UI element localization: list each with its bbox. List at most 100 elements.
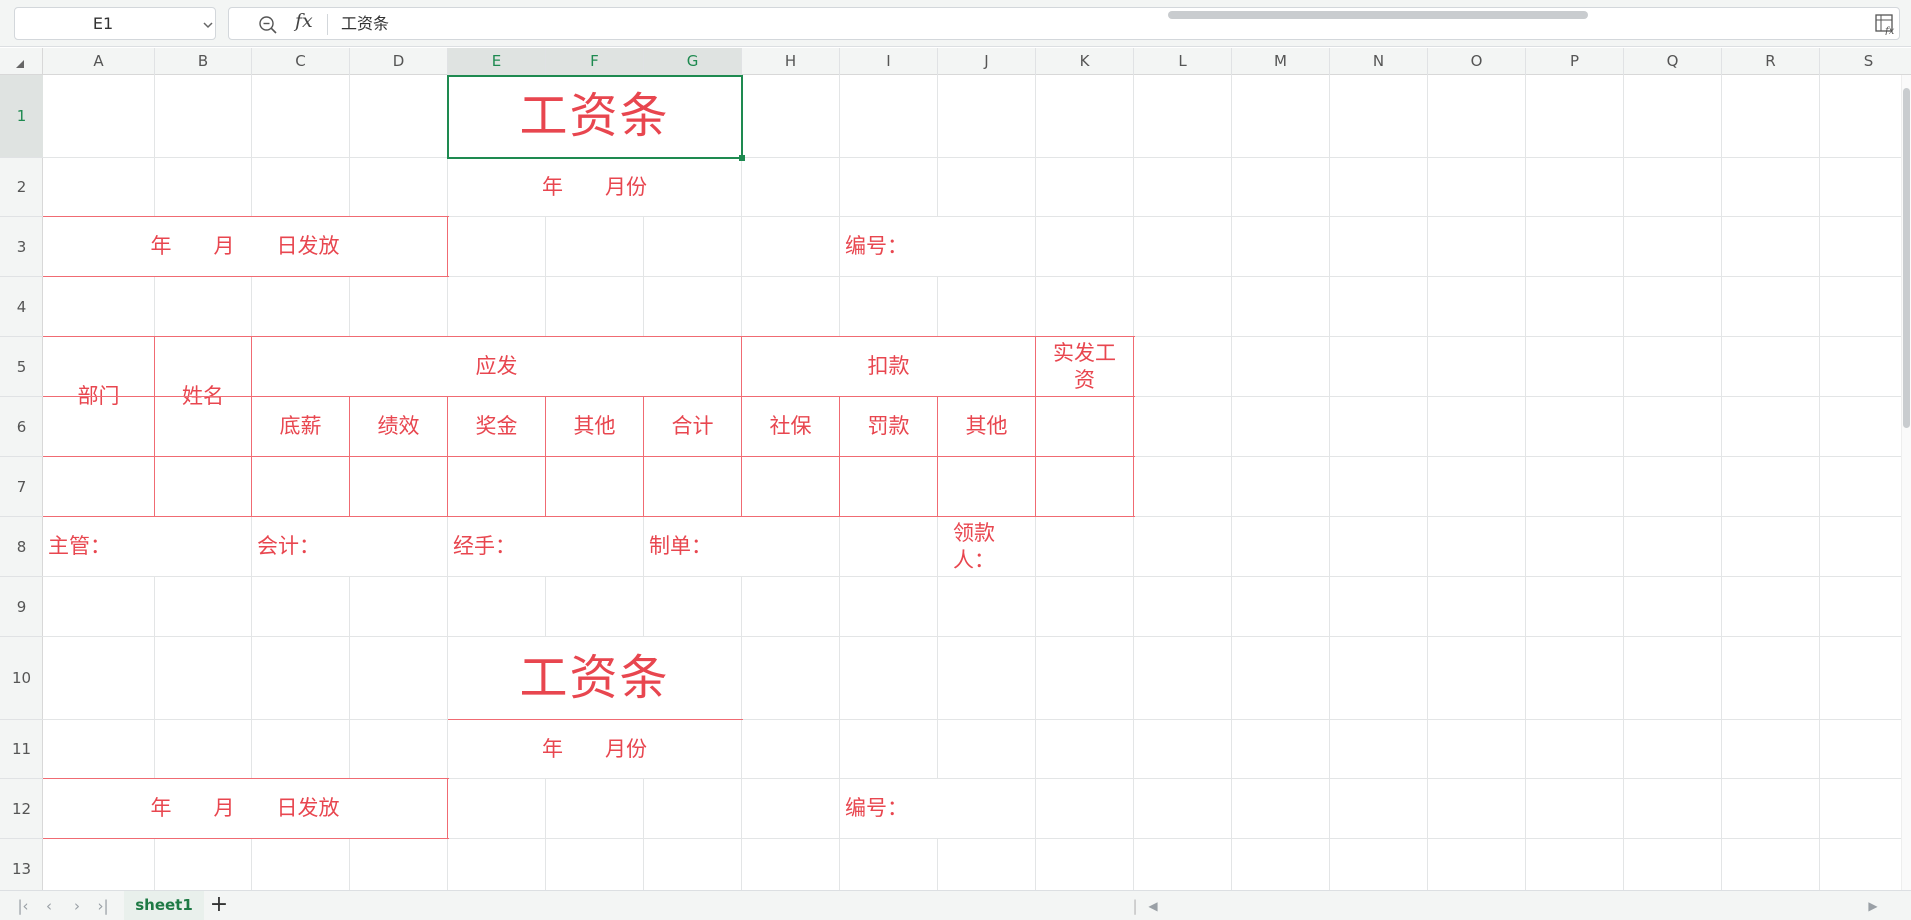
column-header-e[interactable]: E: [448, 48, 546, 75]
first-sheet-icon[interactable]: |‹: [14, 897, 32, 915]
zoom-out-icon[interactable]: [257, 14, 279, 36]
formula-separator: [327, 14, 328, 35]
function-icon[interactable]: fx: [295, 10, 313, 32]
gridline-vertical: [1329, 75, 1330, 890]
form-border: [43, 456, 1135, 457]
gridline-horizontal: [43, 576, 1901, 577]
salary-slip-title-2[interactable]: 工资条: [448, 637, 741, 719]
column-header-s[interactable]: S: [1820, 48, 1911, 75]
formula-toolbar: E1 fx 工资条 fx: [0, 0, 1911, 47]
signature-preparer[interactable]: 制单：: [644, 517, 839, 576]
row-header-12[interactable]: 12: [0, 779, 43, 839]
row-header-10[interactable]: 10: [0, 637, 43, 720]
issue-date[interactable]: 年 月 日发放: [43, 217, 447, 276]
sheet-tab-bar: |‹ ‹ › ›| sheet1 + | ◀ ▶: [0, 890, 1911, 920]
header-net-pay[interactable]: 实发工资: [1036, 337, 1133, 396]
column-header-b[interactable]: B: [155, 48, 252, 75]
header-sub-6[interactable]: 罚款: [840, 397, 937, 456]
row-header-8[interactable]: 8: [0, 517, 43, 577]
form-border: [545, 396, 546, 517]
issue-date-2[interactable]: 年 月 日发放: [43, 779, 447, 838]
number-label-2[interactable]: 编号：: [840, 779, 1035, 838]
row-header-3[interactable]: 3: [0, 217, 43, 277]
form-border: [43, 778, 449, 779]
gridline-vertical: [1525, 75, 1526, 890]
signature-recipient[interactable]: 领款人：: [938, 517, 1035, 576]
column-header-p[interactable]: P: [1526, 48, 1624, 75]
column-header-f[interactable]: F: [546, 48, 644, 75]
formula-input[interactable]: 工资条: [341, 8, 389, 39]
form-border: [349, 396, 350, 517]
chevron-down-icon[interactable]: [201, 18, 215, 32]
column-header-bar: ABCDEFGHIJKLMNOPQRS: [0, 48, 1911, 75]
form-border: [741, 336, 742, 517]
month-line-2[interactable]: 年 月份: [448, 720, 741, 778]
row-header-5[interactable]: 5: [0, 337, 43, 397]
row-header-7[interactable]: 7: [0, 457, 43, 517]
header-sub-2[interactable]: 奖金: [448, 397, 545, 456]
signature-accountant[interactable]: 会计：: [252, 517, 447, 576]
sheet-tab-sheet1[interactable]: sheet1: [124, 891, 204, 920]
column-header-h[interactable]: H: [742, 48, 840, 75]
column-header-d[interactable]: D: [350, 48, 448, 75]
row-header-11[interactable]: 11: [0, 720, 43, 779]
vertical-scroll-thumb[interactable]: [1903, 88, 1910, 428]
column-header-k[interactable]: K: [1036, 48, 1134, 75]
header-sub-3[interactable]: 其他: [546, 397, 643, 456]
column-header-m[interactable]: M: [1232, 48, 1330, 75]
select-all-corner[interactable]: [0, 48, 43, 75]
form-border: [1133, 336, 1134, 517]
column-header-l[interactable]: L: [1134, 48, 1232, 75]
header-sub-7[interactable]: 其他: [938, 397, 1035, 456]
column-header-r[interactable]: R: [1722, 48, 1820, 75]
last-sheet-icon[interactable]: ›|: [94, 897, 112, 915]
horizontal-scroll-thumb[interactable]: [1168, 11, 1588, 19]
formula-expand-icon[interactable]: fx: [1874, 13, 1896, 35]
header-sub-1[interactable]: 绩效: [350, 397, 447, 456]
row-header-9[interactable]: 9: [0, 577, 43, 637]
number-label[interactable]: 编号：: [840, 217, 1035, 276]
scroll-right-icon[interactable]: ▶: [1864, 899, 1882, 913]
column-header-n[interactable]: N: [1330, 48, 1428, 75]
gridline-vertical: [1427, 75, 1428, 890]
row-header-4[interactable]: 4: [0, 277, 43, 337]
header-sub-5[interactable]: 社保: [742, 397, 839, 456]
row-header-1[interactable]: 1: [0, 75, 43, 158]
signature-supervisor[interactable]: 主管：: [43, 517, 251, 576]
next-sheet-icon[interactable]: ›: [68, 897, 86, 915]
column-header-a[interactable]: A: [43, 48, 155, 75]
scroll-left-icon[interactable]: ◀: [1144, 899, 1162, 913]
cell-grid[interactable]: 工资条年 月份年 月 日发放 编号： 部门 姓名 应发 扣款 实发工资 底薪 绩效 奖金 其他 合计社…: [43, 75, 1901, 890]
form-border: [643, 396, 644, 517]
header-payable[interactable]: 应发: [252, 337, 741, 396]
fill-handle[interactable]: [739, 155, 745, 161]
name-box-value[interactable]: E1: [15, 8, 191, 39]
row-header-6[interactable]: 6: [0, 397, 43, 457]
form-border: [447, 778, 448, 839]
form-border: [937, 396, 938, 517]
form-border: [43, 838, 449, 839]
gridline-horizontal: [43, 636, 1901, 637]
column-header-i[interactable]: I: [840, 48, 938, 75]
column-header-o[interactable]: O: [1428, 48, 1526, 75]
select-all-triangle-icon[interactable]: [0, 48, 43, 75]
month-line[interactable]: 年 月份: [448, 158, 741, 216]
header-sub-0[interactable]: 底薪: [252, 397, 349, 456]
form-border: [447, 396, 448, 517]
form-border: [252, 396, 1135, 397]
name-box[interactable]: E1: [14, 7, 216, 40]
column-header-j[interactable]: J: [938, 48, 1036, 75]
column-header-c[interactable]: C: [252, 48, 350, 75]
add-sheet-icon[interactable]: +: [208, 893, 230, 917]
header-deduction[interactable]: 扣款: [742, 337, 1035, 396]
form-border: [839, 396, 840, 517]
column-header-q[interactable]: Q: [1624, 48, 1722, 75]
formula-bar[interactable]: fx 工资条 fx: [228, 7, 1900, 40]
prev-sheet-icon[interactable]: ‹: [40, 897, 58, 915]
signature-handler[interactable]: 经手：: [448, 517, 643, 576]
header-sub-4[interactable]: 合计: [644, 397, 741, 456]
row-header-2[interactable]: 2: [0, 158, 43, 217]
form-border: [43, 396, 253, 397]
column-header-g[interactable]: G: [644, 48, 742, 75]
gridline-vertical: [1819, 75, 1820, 890]
